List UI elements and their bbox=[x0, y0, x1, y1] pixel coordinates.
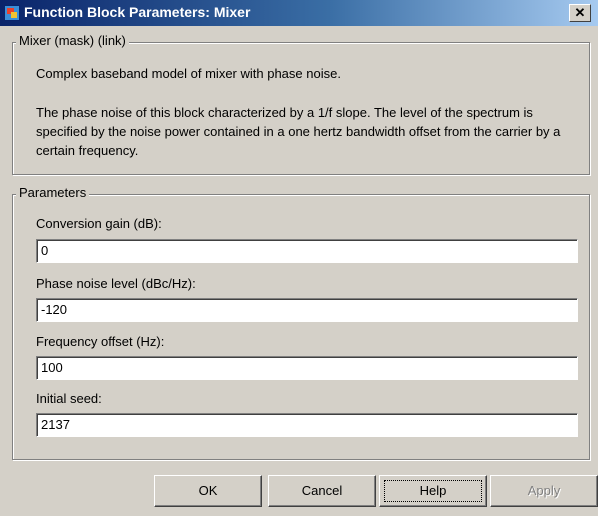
close-button[interactable]: ✕ bbox=[569, 4, 591, 22]
phase-noise-level-input[interactable]: -120 bbox=[36, 298, 578, 322]
title-bar[interactable]: Function Block Parameters: Mixer ✕ bbox=[0, 0, 598, 26]
description-line-1: Complex baseband model of mixer with pha… bbox=[36, 66, 341, 81]
cancel-button[interactable]: Cancel bbox=[268, 475, 376, 507]
focus-rectangle bbox=[384, 480, 482, 502]
dialog-window: Function Block Parameters: Mixer ✕ Mixer… bbox=[0, 0, 598, 516]
conversion-gain-label: Conversion gain (dB): bbox=[36, 216, 162, 231]
frequency-offset-input[interactable]: 100 bbox=[36, 356, 578, 380]
conversion-gain-input[interactable]: 0 bbox=[36, 239, 578, 263]
parameters-group-label: Parameters bbox=[16, 185, 90, 200]
frequency-offset-label: Frequency offset (Hz): bbox=[36, 334, 165, 349]
phase-noise-level-label: Phase noise level (dBc/Hz): bbox=[36, 276, 196, 291]
initial-seed-label: Initial seed: bbox=[36, 391, 102, 406]
apply-button-label: Apply bbox=[527, 483, 561, 498]
cancel-button-label: Cancel bbox=[301, 483, 343, 498]
help-button[interactable]: Help bbox=[379, 475, 487, 507]
description-paragraph: The phase noise of this block characteri… bbox=[36, 105, 561, 158]
block-icon bbox=[4, 5, 20, 21]
window-title: Function Block Parameters: Mixer bbox=[24, 4, 251, 20]
ok-button[interactable]: OK bbox=[154, 475, 262, 507]
description-group-label: Mixer (mask) (link) bbox=[16, 33, 129, 48]
initial-seed-input[interactable]: 2137 bbox=[36, 413, 578, 437]
ok-button-label: OK bbox=[198, 483, 218, 498]
apply-button[interactable]: Apply bbox=[490, 475, 598, 507]
close-icon: ✕ bbox=[574, 5, 586, 20]
